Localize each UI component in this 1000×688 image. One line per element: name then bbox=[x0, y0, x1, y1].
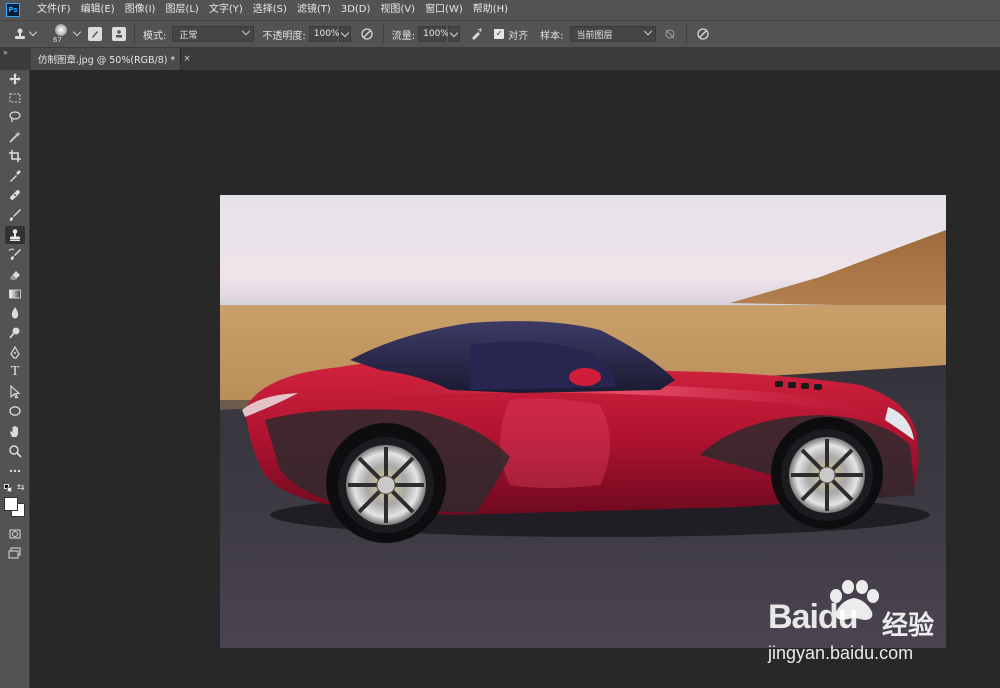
menu-image[interactable]: 图像(I) bbox=[120, 0, 161, 20]
blur-tool-icon[interactable] bbox=[5, 304, 25, 322]
flow-label: 流量: bbox=[391, 30, 416, 42]
magic-wand-tool-icon[interactable] bbox=[5, 128, 25, 146]
watermark-brand-bai: Bai bbox=[768, 598, 819, 636]
sample-select-value: 当前图层 bbox=[576, 30, 613, 41]
zoom-tool-icon[interactable] bbox=[5, 442, 25, 460]
dodge-tool-icon[interactable] bbox=[5, 324, 25, 342]
pressure-opacity-icon[interactable] bbox=[359, 26, 375, 42]
airbrush-icon[interactable] bbox=[468, 26, 484, 42]
clone-source-icon[interactable] bbox=[112, 27, 126, 41]
menu-type[interactable]: 文字(Y) bbox=[204, 0, 248, 20]
menu-edit[interactable]: 编辑(E) bbox=[76, 0, 120, 20]
marquee-tool-icon[interactable] bbox=[5, 89, 25, 107]
move-tool-icon[interactable] bbox=[5, 70, 25, 88]
menu-select[interactable]: 选择(S) bbox=[248, 0, 292, 20]
type-tool-glyph: T bbox=[10, 364, 20, 379]
menu-window[interactable]: 窗口(W) bbox=[420, 0, 468, 20]
foreground-color-swatch[interactable] bbox=[4, 497, 18, 511]
watermark-brand-du: du bbox=[817, 598, 859, 636]
flow-slider-toggle[interactable] bbox=[448, 26, 461, 42]
brush-size-label: 67 bbox=[53, 36, 62, 44]
watermark-url: jingyan.baidu.com bbox=[768, 643, 914, 663]
brush-preview[interactable]: 67 bbox=[50, 21, 72, 47]
options-bar: 67 模式: 正常 不透明度: 100% 流量: 100% ✓ 对齐 样本: 当… bbox=[0, 20, 1000, 48]
toolbar-collapse-icon[interactable]: » bbox=[3, 48, 8, 57]
menu-file[interactable]: 文件(F) bbox=[32, 0, 76, 20]
baidu-jingyan-watermark: Baidu 经验 jingyan.baidu.com bbox=[764, 578, 964, 673]
crop-tool-icon[interactable] bbox=[5, 147, 25, 165]
align-label: 对齐 bbox=[508, 30, 529, 42]
mode-select[interactable]: 正常 bbox=[172, 26, 255, 42]
watermark-brand: Baidu bbox=[768, 598, 859, 637]
watermark-cn-text: 经验 bbox=[882, 611, 935, 641]
hand-tool-icon[interactable] bbox=[5, 422, 25, 440]
brush-tool-icon[interactable] bbox=[5, 206, 25, 224]
path-selection-tool-icon[interactable] bbox=[5, 383, 25, 401]
separator bbox=[685, 25, 687, 43]
document-tab-bar: » 仿制图章.jpg @ 50%(RGB/8) * × bbox=[0, 48, 1000, 70]
mode-label: 模式: bbox=[143, 30, 167, 42]
flow-input[interactable]: 100% bbox=[418, 26, 449, 42]
quick-mask-icon[interactable] bbox=[5, 525, 25, 543]
eraser-tool-icon[interactable] bbox=[5, 266, 25, 284]
default-colors-icon[interactable] bbox=[4, 484, 12, 492]
menu-view[interactable]: 视图(V) bbox=[375, 0, 420, 20]
pen-tool-icon[interactable] bbox=[5, 344, 25, 362]
type-tool-icon[interactable]: T bbox=[5, 363, 25, 381]
clone-stamp-preset-icon[interactable] bbox=[12, 26, 28, 42]
menu-3d[interactable]: 3D(D) bbox=[336, 0, 376, 20]
app-logo: Ps bbox=[6, 3, 20, 17]
front-wheel bbox=[771, 417, 883, 529]
screen-mode-icon[interactable] bbox=[5, 544, 25, 562]
opacity-slider-toggle[interactable] bbox=[338, 26, 351, 42]
mode-select-value: 正常 bbox=[179, 30, 198, 41]
sample-select[interactable]: 当前图层 bbox=[569, 26, 656, 42]
history-brush-tool-icon[interactable] bbox=[5, 246, 25, 264]
ignore-adjustment-layers-icon[interactable] bbox=[662, 26, 678, 42]
chevron-down-icon bbox=[643, 26, 652, 36]
ellipse-tool-icon[interactable] bbox=[5, 402, 25, 420]
tools-panel: T ⇆ bbox=[0, 70, 30, 688]
close-icon[interactable]: × bbox=[183, 54, 191, 64]
align-checkbox[interactable]: ✓ bbox=[494, 29, 505, 39]
more-tools-icon[interactable] bbox=[5, 462, 25, 480]
separator bbox=[134, 25, 135, 43]
soft-brush-icon bbox=[55, 24, 67, 36]
swap-colors-icon[interactable]: ⇆ bbox=[17, 483, 25, 493]
pressure-size-icon[interactable] bbox=[695, 26, 711, 42]
preset-dropdown-arrow[interactable] bbox=[28, 26, 38, 42]
lasso-tool-icon[interactable] bbox=[5, 108, 25, 126]
sample-label: 样本: bbox=[540, 30, 564, 42]
menu-help[interactable]: 帮助(H) bbox=[468, 0, 513, 20]
opacity-label: 不透明度: bbox=[262, 30, 306, 42]
brush-settings-icon[interactable] bbox=[88, 27, 102, 41]
document-tab[interactable]: 仿制图章.jpg @ 50%(RGB/8) * × bbox=[31, 48, 191, 70]
separator bbox=[382, 25, 384, 43]
document-tab-title: 仿制图章.jpg @ 50%(RGB/8) * bbox=[38, 55, 176, 66]
gradient-tool-icon[interactable] bbox=[5, 285, 25, 303]
clone-stamp-tool-icon[interactable] bbox=[5, 226, 25, 244]
opacity-input[interactable]: 100% bbox=[308, 26, 339, 42]
photoshop-window: Ps 文件(F) 编辑(E) 图像(I) 图层(L) 文字(Y) 选择(S) 滤… bbox=[0, 0, 1000, 688]
menu-filter[interactable]: 滤镜(T) bbox=[292, 0, 336, 20]
chevron-down-icon bbox=[242, 26, 251, 36]
rear-wheel bbox=[326, 423, 446, 543]
healing-brush-tool-icon[interactable] bbox=[5, 186, 25, 204]
menu-bar: Ps 文件(F) 编辑(E) 图像(I) 图层(L) 文字(Y) 选择(S) 滤… bbox=[0, 0, 1000, 20]
brush-dropdown-arrow[interactable] bbox=[72, 26, 82, 42]
eyedropper-tool-icon[interactable] bbox=[5, 167, 25, 185]
menu-layer[interactable]: 图层(L) bbox=[160, 0, 203, 20]
